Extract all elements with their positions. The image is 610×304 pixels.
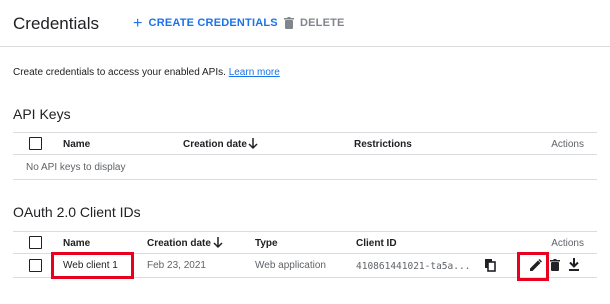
- api-keys-title: API Keys: [13, 106, 71, 122]
- type-value: Web application: [255, 260, 326, 271]
- table-header-row: Name Creation date Restrictions Actions: [13, 133, 597, 155]
- column-name[interactable]: Name: [63, 238, 90, 249]
- row-checkbox[interactable]: [29, 259, 42, 272]
- column-actions: Actions: [551, 238, 584, 249]
- column-name[interactable]: Name: [63, 139, 90, 150]
- api-keys-table: Name Creation date Restrictions Actions …: [13, 132, 597, 180]
- select-all-checkbox[interactable]: [29, 137, 42, 150]
- create-credentials-label: CREATE CREDENTIALS: [148, 17, 278, 29]
- column-actions: Actions: [551, 139, 584, 150]
- highlight-edit-button: [517, 252, 549, 281]
- column-client-id[interactable]: Client ID: [356, 238, 397, 249]
- creation-date-value: Feb 23, 2021: [147, 260, 206, 271]
- client-id-value: 410861441021-ta5a...: [356, 261, 471, 272]
- column-creation-date[interactable]: Creation date: [147, 238, 211, 249]
- select-all-checkbox[interactable]: [29, 236, 42, 249]
- delete-button[interactable]: DELETE: [284, 17, 345, 29]
- column-restrictions[interactable]: Restrictions: [354, 139, 412, 150]
- arrow-down-icon[interactable]: [213, 237, 223, 249]
- intro-description: Create credentials to access your enable…: [13, 67, 226, 78]
- trash-icon[interactable]: [550, 259, 560, 271]
- trash-icon: [284, 17, 294, 29]
- highlight-client-name: [51, 252, 134, 279]
- download-icon[interactable]: [568, 258, 580, 271]
- create-credentials-button[interactable]: + CREATE CREDENTIALS: [133, 14, 278, 32]
- column-creation-date[interactable]: Creation date: [183, 139, 247, 150]
- intro-text: Create credentials to access your enable…: [13, 67, 280, 78]
- copy-icon[interactable]: [485, 259, 496, 272]
- column-type[interactable]: Type: [255, 238, 278, 249]
- plus-icon: +: [133, 14, 143, 32]
- arrow-down-icon[interactable]: [248, 138, 258, 150]
- delete-label: DELETE: [300, 17, 345, 29]
- oauth-title: OAuth 2.0 Client IDs: [13, 204, 141, 220]
- empty-row: No API keys to display: [13, 155, 597, 180]
- empty-state-text: No API keys to display: [26, 162, 126, 173]
- page-title: Credentials: [13, 14, 99, 33]
- learn-more-link[interactable]: Learn more: [229, 67, 280, 78]
- table-header-row: Name Creation date Type Client ID Action…: [13, 232, 597, 254]
- top-bar: Credentials + CREATE CREDENTIALS DELETE: [0, 0, 610, 47]
